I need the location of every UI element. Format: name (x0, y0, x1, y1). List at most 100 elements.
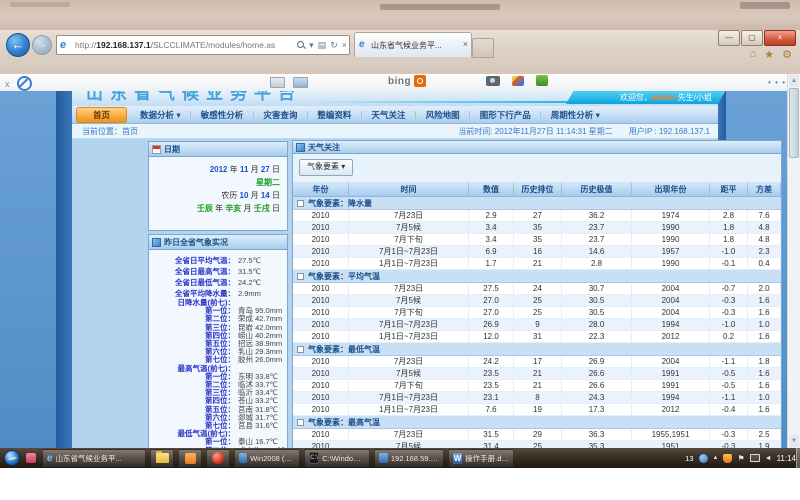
table-cell: 30.5 (562, 307, 632, 318)
nav-item-6[interactable]: 天气关注 (363, 109, 415, 121)
more-dots-icon[interactable]: • • • (768, 78, 786, 87)
tray-expand-icon[interactable]: ▲ (713, 455, 719, 461)
stop-icon[interactable]: × (342, 36, 347, 54)
network-icon[interactable] (750, 454, 760, 462)
show-desktop-button[interactable] (796, 448, 800, 468)
compatibility-view-icon[interactable]: ▤ (318, 36, 327, 54)
scroll-up-icon[interactable]: ▲ (789, 75, 799, 87)
back-button[interactable]: ← (6, 33, 30, 57)
url-text: http://192.168.137.1/SLCCLIMATE/modules/… (75, 36, 275, 54)
table-cell: -0.5 (710, 380, 748, 391)
table-group-row[interactable]: 气象要素：最低气温 (293, 343, 781, 356)
palette-icon[interactable] (512, 76, 524, 86)
nav-item-9[interactable]: 周期性分析 ▾ (542, 109, 609, 121)
table-row[interactable]: 20101月1日~7月23日1.7212.81990-0.10.4 (293, 258, 781, 270)
pinned-app-icon[interactable] (26, 453, 36, 463)
table-cell: 2010 (293, 429, 349, 440)
table-cell: 2012 (632, 331, 710, 342)
new-tab-button[interactable] (472, 38, 494, 58)
weather-panel: 昨日全省气象实况 全省日平均气温：27.5℃全省日最高气温：31.5℃全省日最低… (148, 234, 288, 448)
tab-close-icon[interactable]: × (463, 39, 468, 49)
start-button[interactable] (4, 450, 20, 466)
nav-item-3[interactable]: 敏感性分析 (192, 109, 253, 121)
group-checkbox[interactable] (297, 419, 304, 426)
scrollbar-thumb[interactable] (789, 88, 799, 158)
table-row[interactable]: 20107月5候23.52126.61991-0.51.6 (293, 368, 781, 380)
taskbar-explorer-item[interactable] (150, 449, 174, 467)
action-center-flag-icon[interactable]: ⚑ (737, 454, 744, 463)
table-row[interactable]: 20107月下旬27.02530.52004-0.31.6 (293, 307, 781, 319)
group-checkbox[interactable] (297, 346, 304, 353)
calendar-icon (152, 145, 161, 154)
table-row[interactable]: 20107月1日~7月23日23.1824.31994-1.11.0 (293, 392, 781, 404)
star-icon[interactable]: ★ (764, 48, 774, 61)
table-row[interactable]: 20107月1日~7月23日6.91614.61957-1.02.3 (293, 246, 781, 258)
table-group-row[interactable]: 气象要素：最高气温 (293, 416, 781, 429)
table-row[interactable]: 20107月23日31.52936.31955,1951-0.32.5 (293, 429, 781, 441)
search-icon[interactable] (297, 41, 305, 49)
taskbar-item-remote[interactable]: 192.168.59.99... (374, 449, 444, 467)
maximize-button[interactable]: ▢ (741, 30, 763, 46)
taskbar-media-item[interactable] (206, 449, 230, 467)
taskbar-item-word[interactable]: W 操作手册.docx - (448, 449, 514, 467)
nav-item-2[interactable]: 数据分析 ▾ (131, 109, 190, 121)
nav-item-8[interactable]: 图形下行产品 (471, 109, 540, 121)
table-header-row: 年份时间数值历史排位历史极值出现年份距平方差 (293, 183, 781, 197)
browser-command-icons: ⌂ ★ ⚙ (750, 48, 792, 61)
table-row[interactable]: 20101月1日~7月23日7.61917.32012-0.41.6 (293, 404, 781, 416)
taskbar-item-cmd[interactable]: C:\ C:\Windows\s... (304, 449, 370, 467)
gear-icon[interactable]: ⚙ (782, 48, 792, 61)
blocked-icon[interactable] (17, 76, 32, 91)
taskbar-app-orange[interactable] (178, 449, 202, 467)
taskbar-item-vm[interactable]: Win2008 (VS2... (234, 449, 300, 467)
toolbar-close-icon[interactable]: x (5, 79, 10, 89)
plugin-icon[interactable] (536, 75, 548, 86)
security-shield-icon[interactable] (723, 454, 732, 463)
browser-tab[interactable]: e 山东省气候业务平... × (354, 32, 472, 57)
mail-icon[interactable] (293, 77, 308, 88)
table-cell: 1月1日~7月23日 (349, 258, 469, 269)
table-row[interactable]: 20107月下旬23.52126.61991-0.51.6 (293, 380, 781, 392)
bing-search-icon[interactable] (414, 75, 426, 87)
nav-item-5[interactable]: 整编资料 (308, 109, 360, 121)
camera-icon[interactable] (486, 76, 500, 86)
refresh-icon[interactable]: ↻ (330, 36, 338, 54)
taskbar-ie-item[interactable]: e 山东省气候业务平... (42, 449, 146, 467)
table-cell: 1.8 (710, 222, 748, 233)
table-cell: -1.1 (710, 392, 748, 403)
column-header: 年份 (293, 183, 349, 196)
scroll-down-icon[interactable]: ▼ (789, 435, 799, 447)
table-row[interactable]: 20101月1日~7月23日12.03122.320120.21.6 (293, 331, 781, 343)
table-group-row[interactable]: 气象要素：平均气温 (293, 270, 781, 283)
group-checkbox[interactable] (297, 273, 304, 280)
table-row[interactable]: 20107月23日27.52430.72004-0.72.0 (293, 283, 781, 295)
address-bar[interactable]: e http://192.168.137.1/SLCCLIMATE/module… (56, 35, 350, 55)
table-row[interactable]: 20107月1日~7月23日26.9928.01994-1.01.0 (293, 319, 781, 331)
element-filter-button[interactable]: 气象要素 ▾ (299, 159, 353, 176)
nav-item-4[interactable]: 灾害查询 (254, 109, 306, 121)
card-icon[interactable] (270, 77, 285, 88)
search-dropdown-icon[interactable]: ▾ (309, 36, 314, 54)
minimize-button[interactable]: — (718, 30, 740, 46)
nav-item-1[interactable]: 首页 (76, 107, 127, 123)
forward-button[interactable]: → (32, 35, 52, 55)
table-group-row[interactable]: 气象要素：降水量 (293, 197, 781, 210)
table-row[interactable]: 20107月下旬3.43523.719901.84.8 (293, 234, 781, 246)
ime-badge[interactable]: 13 (685, 454, 693, 463)
close-button[interactable]: × (764, 30, 796, 46)
table-row[interactable]: 20107月5候31.42535.31951-0.31.9 (293, 441, 781, 448)
ime-icon[interactable] (699, 454, 708, 463)
group-checkbox[interactable] (297, 200, 304, 207)
table-row[interactable]: 20107月23日24.21726.92004-1.11.8 (293, 356, 781, 368)
table-cell: 1994 (632, 392, 710, 403)
home-icon[interactable]: ⌂ (750, 48, 757, 61)
table-row[interactable]: 20107月5候3.43523.719901.84.8 (293, 222, 781, 234)
vertical-scrollbar[interactable]: ▲ ▼ (787, 74, 800, 448)
table-row[interactable]: 20107月5候27.02530.52004-0.31.6 (293, 295, 781, 307)
table-row[interactable]: 20107月23日2.92736.219742.87.6 (293, 210, 781, 222)
bing-toolbar[interactable]: bing (388, 75, 426, 87)
table-cell: 25 (514, 295, 562, 306)
taskbar-clock[interactable]: 11:14 (777, 454, 796, 463)
volume-icon[interactable]: ◄ (765, 455, 772, 462)
nav-item-7[interactable]: 风险地图 (417, 109, 469, 121)
